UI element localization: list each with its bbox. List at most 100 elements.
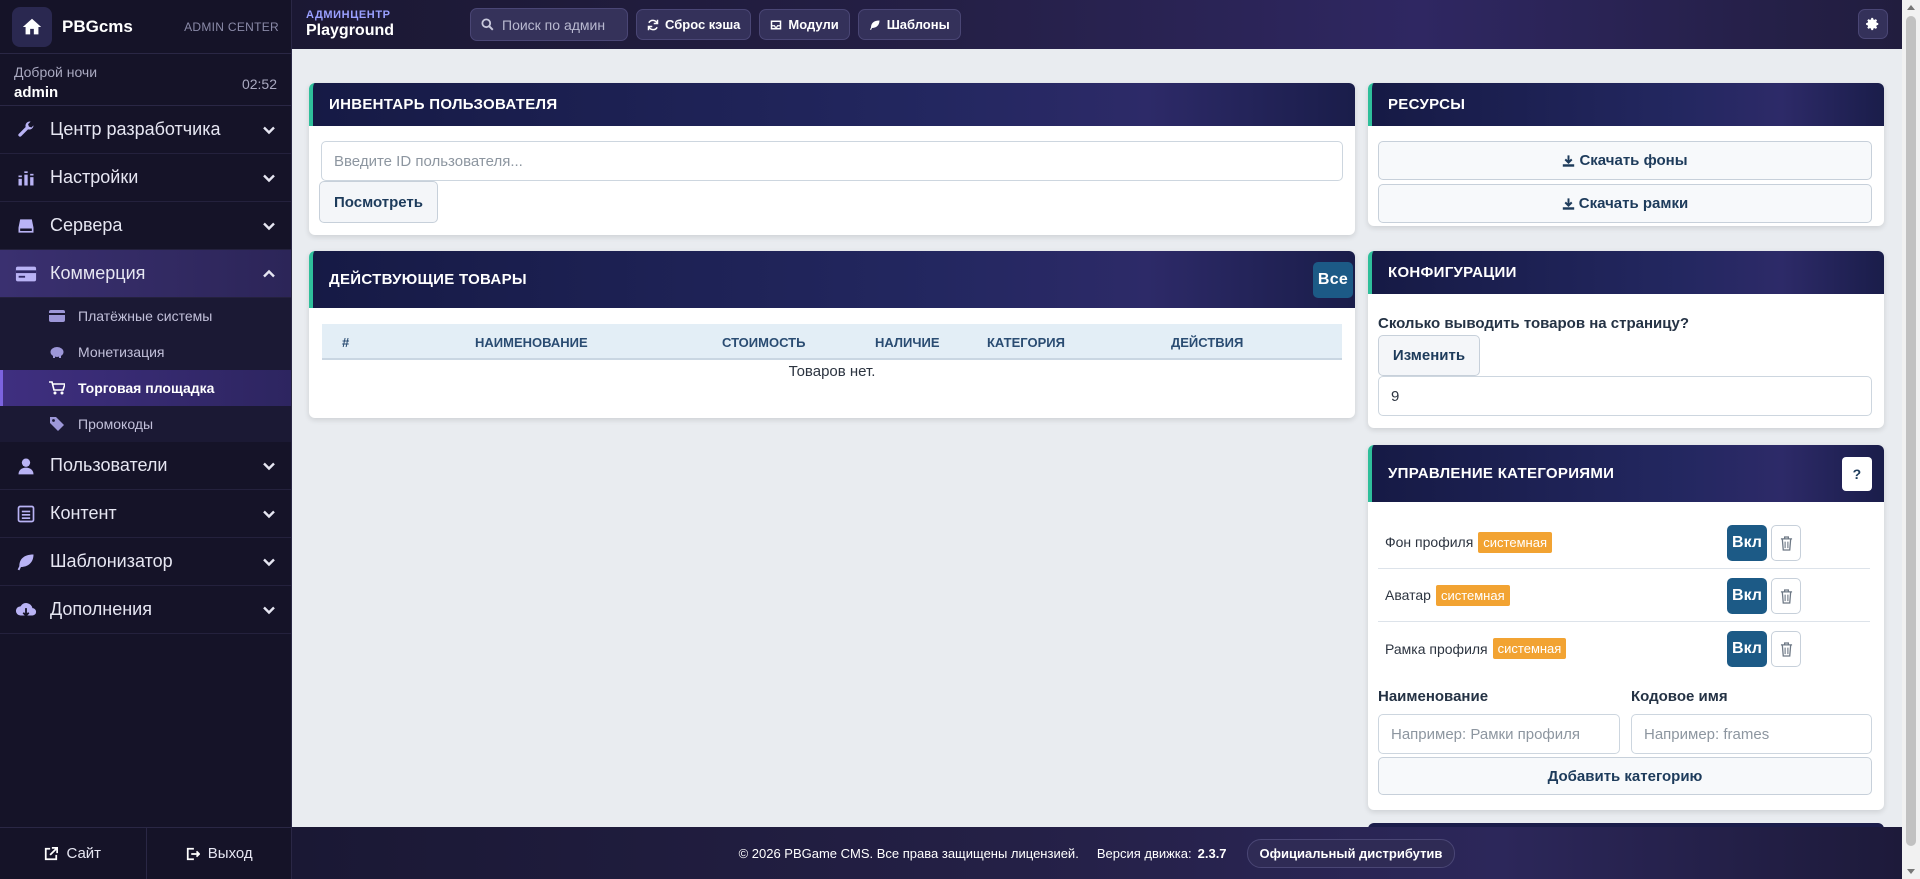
page-scrollbar[interactable]	[1902, 0, 1920, 879]
add-category-button[interactable]: Добавить категорию	[1378, 757, 1872, 795]
trash-icon	[1780, 641, 1793, 657]
download-frames-label: Скачать рамки	[1578, 195, 1689, 212]
clear-cache-button[interactable]: Сброс кэша	[636, 9, 752, 40]
sidebar-subitem-payment-systems[interactable]: Платёжные системы	[0, 298, 291, 334]
download-backgrounds-label: Скачать фоны	[1579, 152, 1688, 169]
sidebar-subitem-label: Платёжные системы	[78, 308, 213, 324]
resources-title: РЕСУРСЫ	[1388, 96, 1466, 113]
page-title-block: АДМИНЦЕНТР Playground	[306, 9, 470, 40]
sidebar-item-label: Коммерция	[50, 263, 146, 283]
external-link-icon	[44, 846, 59, 861]
sidebar-subitem-label: Монетизация	[78, 344, 165, 360]
download-icon	[1562, 154, 1575, 168]
download-icon	[1562, 197, 1575, 211]
sidebar-item-content[interactable]: Контент	[0, 490, 291, 538]
active-goods-header: ДЕЙСТВУЮЩИЕ ТОВАРЫ Все	[309, 251, 1355, 308]
config-card: КОНФИГУРАЦИИ Сколько выводить товаров на…	[1368, 251, 1884, 428]
system-badge: системная	[1492, 638, 1567, 659]
chevron-down-icon	[261, 218, 277, 234]
trash-icon	[1780, 535, 1793, 551]
category-name: Фон профиля	[1385, 534, 1474, 550]
download-backgrounds-button[interactable]: Скачать фоны	[1378, 141, 1872, 180]
home-icon[interactable]	[12, 6, 52, 47]
templates-button[interactable]: Шаблоны	[857, 9, 961, 40]
category-enable-button[interactable]: Вкл	[1727, 525, 1767, 561]
category-delete-button[interactable]	[1771, 578, 1801, 614]
cart-icon	[48, 379, 66, 397]
admin-search-input[interactable]: Поиск по админ	[470, 8, 628, 41]
engine-version-label: Версия движка:	[1096, 845, 1192, 861]
all-goods-label: Все	[1317, 271, 1349, 288]
scrollbar-thumb[interactable]	[1906, 16, 1916, 846]
tag-icon	[48, 415, 66, 433]
scroll-down-arrow-icon[interactable]	[1907, 869, 1915, 874]
topbar: АДМИНЦЕНТР Playground Поиск по админ Сбр…	[292, 0, 1902, 49]
cloud-download-icon	[14, 598, 38, 622]
sidebar-subitem-promocodes[interactable]: Промокоды	[0, 406, 291, 442]
clock: 02:52	[241, 76, 277, 92]
sidebar-subitem-marketplace[interactable]: Торговая площадка	[0, 370, 291, 406]
items-per-page-input[interactable]: 9	[1378, 376, 1872, 416]
sidebar-item-templater[interactable]: Шаблонизатор	[0, 538, 291, 586]
inbox-icon	[770, 19, 782, 31]
category-name: Аватар	[1385, 587, 1431, 603]
view-inventory-button[interactable]: Посмотреть	[319, 181, 438, 223]
resources-card: РЕСУРСЫ Скачать фоны Скачать рамки	[1368, 83, 1884, 226]
scroll-up-arrow-icon[interactable]	[1907, 5, 1915, 10]
category-delete-button[interactable]	[1771, 631, 1801, 667]
sidebar-item-developer[interactable]: Центр разработчика	[0, 106, 291, 154]
page-title: Playground	[306, 22, 395, 39]
search-placeholder: Поиск по админ	[502, 16, 606, 33]
category-row: Фон профиля системная Вкл	[1378, 516, 1870, 569]
help-button[interactable]: ?	[1842, 457, 1872, 491]
username: admin	[14, 84, 59, 101]
engine-version: 2.3.7	[1197, 845, 1227, 861]
category-code-label: Кодовое имя	[1631, 688, 1728, 705]
config-header: КОНФИГУРАЦИИ	[1368, 251, 1884, 294]
settings-button[interactable]	[1858, 9, 1888, 39]
sidebar-footer: Сайт Выход	[0, 827, 292, 879]
category-delete-button[interactable]	[1771, 525, 1801, 561]
categories-header: УПРАВЛЕНИЕ КАТЕГОРИЯМИ ?	[1368, 445, 1884, 502]
download-frames-button[interactable]: Скачать рамки	[1378, 184, 1872, 223]
config-title: КОНФИГУРАЦИИ	[1388, 264, 1517, 281]
modules-button[interactable]: Модули	[759, 9, 850, 40]
change-config-label: Изменить	[1392, 347, 1466, 364]
active-goods-card: ДЕЙСТВУЮЩИЕ ТОВАРЫ Все # НАИМЕНОВАНИЕ СТ…	[309, 251, 1355, 418]
chevron-down-icon	[261, 122, 277, 138]
col-header-price: СТОИМОСТЬ	[722, 334, 806, 350]
sidebar-item-servers[interactable]: Сервера	[0, 202, 291, 250]
brand-name[interactable]: PBGcms	[62, 17, 184, 37]
sidebar-item-addons[interactable]: Дополнения	[0, 586, 291, 634]
logout-button[interactable]: Выход	[145, 828, 293, 879]
sidebar-item-users[interactable]: Пользователи	[0, 442, 291, 490]
goods-table: # НАИМЕНОВАНИЕ СТОИМОСТЬ НАЛИЧИЕ КАТЕГОР…	[322, 324, 1342, 384]
sidebar-item-settings[interactable]: Настройки	[0, 154, 291, 202]
col-header-name: НАИМЕНОВАНИЕ	[475, 334, 588, 350]
categories-title: УПРАВЛЕНИЕ КАТЕГОРИЯМИ	[1388, 465, 1615, 482]
category-name-placeholder: Например: Рамки профиля	[1391, 725, 1581, 743]
official-distribution-badge[interactable]: Официальный дистрибутив	[1246, 838, 1456, 868]
category-enable-button[interactable]: Вкл	[1727, 631, 1767, 667]
change-config-button[interactable]: Изменить	[1378, 335, 1480, 376]
piggy-bank-icon	[48, 343, 66, 361]
sidebar-subitem-monetization[interactable]: Монетизация	[0, 334, 291, 370]
sliders-icon	[14, 166, 38, 190]
sidebar-item-commerce[interactable]: Коммерция	[0, 250, 291, 298]
greeting-text: Доброй ночи	[14, 64, 98, 80]
site-link-button[interactable]: Сайт	[0, 828, 146, 879]
sidebar-item-label: Настройки	[50, 167, 139, 187]
sidebar-item-label: Центр разработчика	[50, 119, 221, 139]
category-name-input[interactable]: Например: Рамки профиля	[1378, 714, 1620, 754]
all-goods-button[interactable]: Все	[1313, 262, 1353, 298]
inventory-card-header: ИНВЕНТАРЬ ПОЛЬЗОВАТЕЛЯ	[309, 83, 1355, 126]
resources-header: РЕСУРСЫ	[1368, 83, 1884, 126]
chevron-down-icon	[261, 506, 277, 522]
category-code-input[interactable]: Например: frames	[1631, 714, 1872, 754]
wrench-icon	[14, 118, 38, 142]
gear-icon	[1866, 17, 1880, 31]
server-icon	[14, 214, 38, 238]
user-id-input[interactable]: Введите ID пользователя...	[321, 141, 1343, 181]
category-enable-button[interactable]: Вкл	[1727, 578, 1767, 614]
category-row: Аватар системная Вкл	[1378, 569, 1870, 622]
